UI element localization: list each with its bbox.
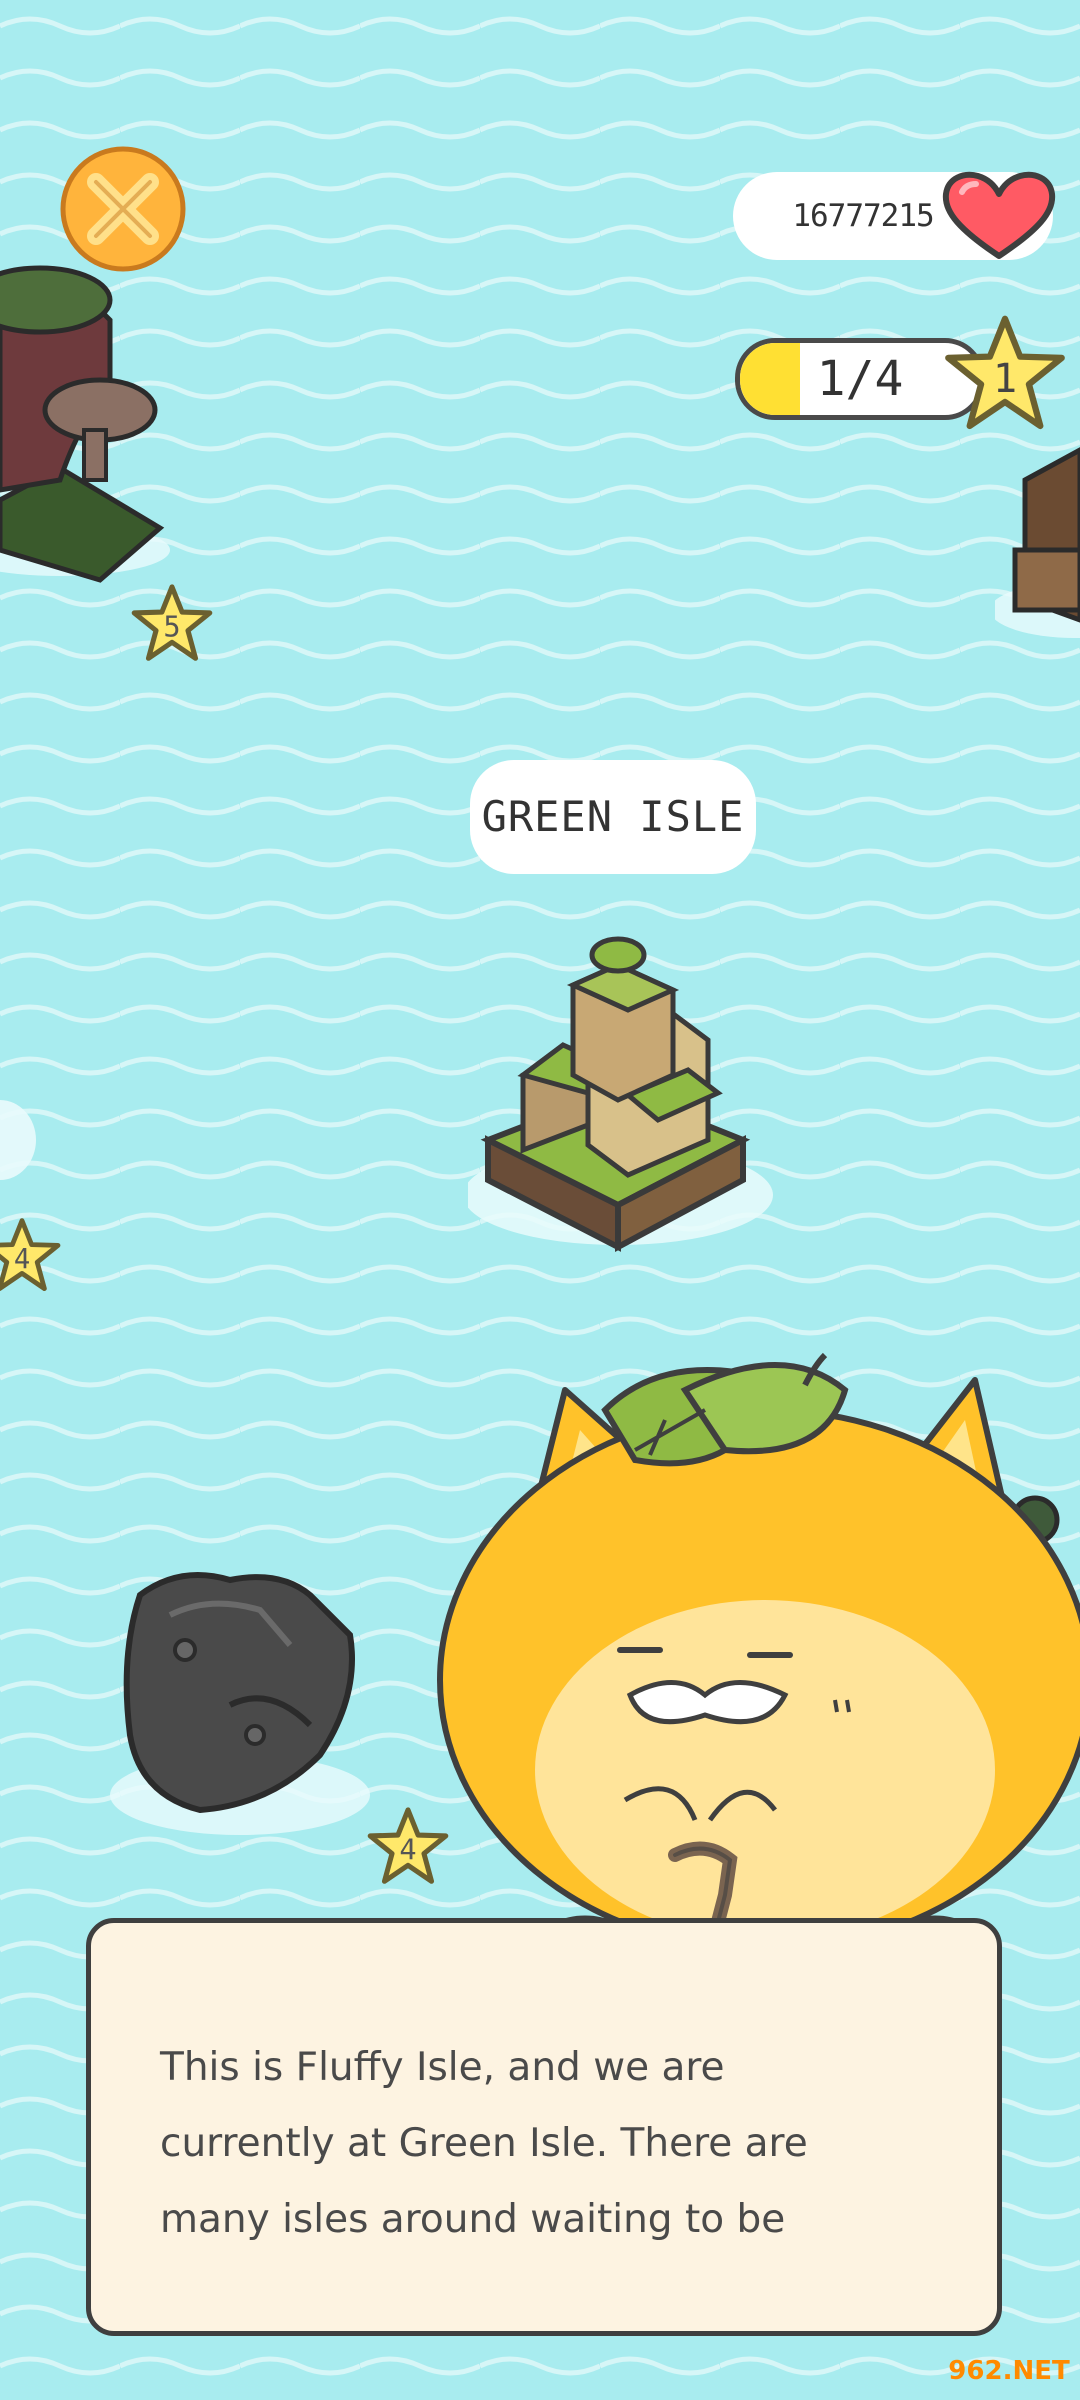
level-star: 1 bbox=[942, 312, 1068, 434]
green-isle[interactable] bbox=[468, 925, 778, 1255]
svg-text:5: 5 bbox=[163, 609, 180, 643]
dialog-line: currently at Green Isle. There are bbox=[160, 2121, 808, 2166]
rock-isle[interactable] bbox=[110, 1555, 370, 1845]
offscreen-isle[interactable] bbox=[0, 1010, 40, 1190]
dialog-line: many isles around waiting to be bbox=[160, 2197, 786, 2242]
close-button[interactable] bbox=[58, 144, 188, 274]
isle-name: GREEN ISLE bbox=[481, 792, 745, 841]
star-icon: 5 bbox=[131, 584, 213, 661]
village-isle[interactable] bbox=[995, 420, 1080, 650]
star-icon: 4 bbox=[0, 1218, 61, 1291]
dialog-text: This is Fluffy Isle, and we are currentl… bbox=[160, 2030, 950, 2258]
svg-text:1: 1 bbox=[993, 355, 1017, 402]
game-map: 5 4 4 GREEN ISLE 16777215 1/4 1 This is … bbox=[0, 0, 1080, 2400]
heart-icon bbox=[942, 171, 1056, 259]
close-icon bbox=[60, 146, 186, 272]
mushroom-isle[interactable] bbox=[0, 250, 180, 590]
current-isle-label: GREEN ISLE bbox=[470, 760, 756, 874]
watermark-text: 962.NET bbox=[948, 2356, 1070, 2386]
hearts-count: 16777215 bbox=[792, 198, 934, 234]
svg-text:4: 4 bbox=[14, 1244, 30, 1275]
isle-level-star: 4 bbox=[0, 1215, 62, 1295]
star-icon: 1 bbox=[945, 315, 1065, 430]
dialog-line: This is Fluffy Isle, and we are bbox=[160, 2045, 725, 2090]
isle-level-star: 5 bbox=[130, 582, 214, 664]
watermark: 962.NET bbox=[944, 2348, 1074, 2394]
